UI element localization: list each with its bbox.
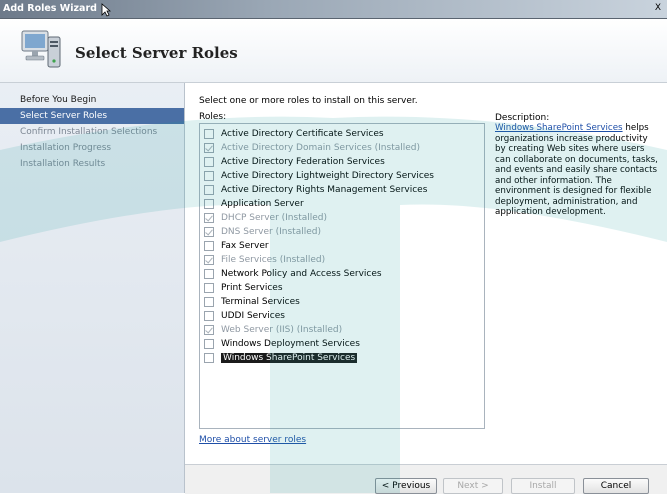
mouse-cursor-icon <box>101 3 111 17</box>
role-label: Active Directory Lightweight Directory S… <box>221 171 434 181</box>
role-label: DHCP Server (Installed) <box>221 213 328 223</box>
role-checkbox[interactable] <box>204 241 214 251</box>
role-item: Active Directory Domain Services (Instal… <box>204 141 420 155</box>
role-label: Network Policy and Access Services <box>221 269 382 279</box>
nav-step-select-server-roles[interactable]: Select Server Roles <box>0 108 184 124</box>
cancel-button[interactable]: Cancel <box>583 478 649 494</box>
role-label: Active Directory Certificate Services <box>221 129 384 139</box>
more-about-roles-link[interactable]: More about server roles <box>199 435 306 445</box>
role-item: DHCP Server (Installed) <box>204 211 327 225</box>
role-checkbox[interactable] <box>204 353 214 363</box>
next-button: Next > <box>443 478 503 494</box>
role-item: Web Server (IIS) (Installed) <box>204 323 342 337</box>
role-item[interactable]: Fax Server <box>204 239 269 253</box>
description-body: Windows SharePoint Services helps organi… <box>495 123 661 218</box>
role-item[interactable]: Windows Deployment Services <box>204 337 360 351</box>
roles-label: Roles: <box>199 112 227 122</box>
nav-step-installation-progress: Installation Progress <box>20 143 112 153</box>
role-label: Print Services <box>221 283 283 293</box>
role-item[interactable]: Network Policy and Access Services <box>204 267 382 281</box>
role-item: DNS Server (Installed) <box>204 225 321 239</box>
description-title: Description: <box>495 113 550 123</box>
role-item[interactable]: Active Directory Certificate Services <box>204 127 384 141</box>
nav-step-confirm-installation: Confirm Installation Selections <box>20 127 158 137</box>
role-item[interactable]: UDDI Services <box>204 309 285 323</box>
previous-button[interactable]: < Previous <box>375 478 437 494</box>
role-label: DNS Server (Installed) <box>221 227 321 237</box>
role-label: Fax Server <box>221 241 269 251</box>
role-label: Active Directory Domain Services (Instal… <box>221 143 421 153</box>
role-checkbox <box>204 213 214 223</box>
role-checkbox[interactable] <box>204 311 214 321</box>
description-link[interactable]: Windows SharePoint Services <box>495 123 623 133</box>
role-checkbox <box>204 255 214 265</box>
role-item[interactable]: Print Services <box>204 281 283 295</box>
role-checkbox[interactable] <box>204 339 214 349</box>
role-label: Terminal Services <box>221 297 300 307</box>
role-checkbox <box>204 227 214 237</box>
role-label: Active Directory Rights Management Servi… <box>221 185 428 195</box>
role-label: UDDI Services <box>221 311 285 321</box>
role-label: Web Server (IIS) (Installed) <box>221 325 343 335</box>
role-checkbox[interactable] <box>204 129 214 139</box>
role-checkbox <box>204 143 214 153</box>
wizard-steps-nav: Before You Begin Select Server Roles Con… <box>0 83 185 493</box>
role-label: Active Directory Federation Services <box>221 157 385 167</box>
role-item[interactable]: Active Directory Lightweight Directory S… <box>204 169 434 183</box>
role-label: Windows Deployment Services <box>221 339 360 349</box>
role-label: Application Server <box>221 199 304 209</box>
close-button[interactable]: X <box>651 2 665 15</box>
role-label: File Services (Installed) <box>221 255 326 265</box>
role-item[interactable]: Application Server <box>204 197 304 211</box>
role-item[interactable]: Terminal Services <box>204 295 300 309</box>
role-checkbox[interactable] <box>204 199 214 209</box>
role-checkbox[interactable] <box>204 157 214 167</box>
role-item[interactable]: Active Directory Rights Management Servi… <box>204 183 427 197</box>
role-label: Windows SharePoint Services <box>221 353 358 363</box>
description-text: helps organizations increase productivit… <box>495 123 658 217</box>
role-checkbox[interactable] <box>204 297 214 307</box>
page-title: Select Server Roles <box>75 44 238 62</box>
roles-list: Active Directory Certificate Services Ac… <box>199 123 485 429</box>
install-button: Install <box>511 478 575 494</box>
role-checkbox[interactable] <box>204 283 214 293</box>
instructions-text: Select one or more roles to install on t… <box>199 96 418 106</box>
role-checkbox <box>204 325 214 335</box>
window-title: Add Roles Wizard <box>3 3 97 14</box>
role-item[interactable]: Active Directory Federation Services <box>204 155 385 169</box>
button-bar: < Previous Next > Install Cancel <box>185 464 667 494</box>
role-checkbox[interactable] <box>204 269 214 279</box>
nav-step-installation-results: Installation Results <box>20 159 106 169</box>
main-content: Select one or more roles to install on t… <box>185 83 667 494</box>
role-item: File Services (Installed) <box>204 253 325 267</box>
title-bar: Add Roles Wizard X <box>0 0 667 19</box>
role-item-selected[interactable]: Windows SharePoint Services <box>204 351 358 365</box>
server-computer-icon <box>21 30 61 68</box>
role-checkbox[interactable] <box>204 171 214 181</box>
wizard-header: Select Server Roles <box>0 19 667 83</box>
nav-step-before-you-begin[interactable]: Before You Begin <box>0 92 184 108</box>
role-checkbox[interactable] <box>204 185 214 195</box>
